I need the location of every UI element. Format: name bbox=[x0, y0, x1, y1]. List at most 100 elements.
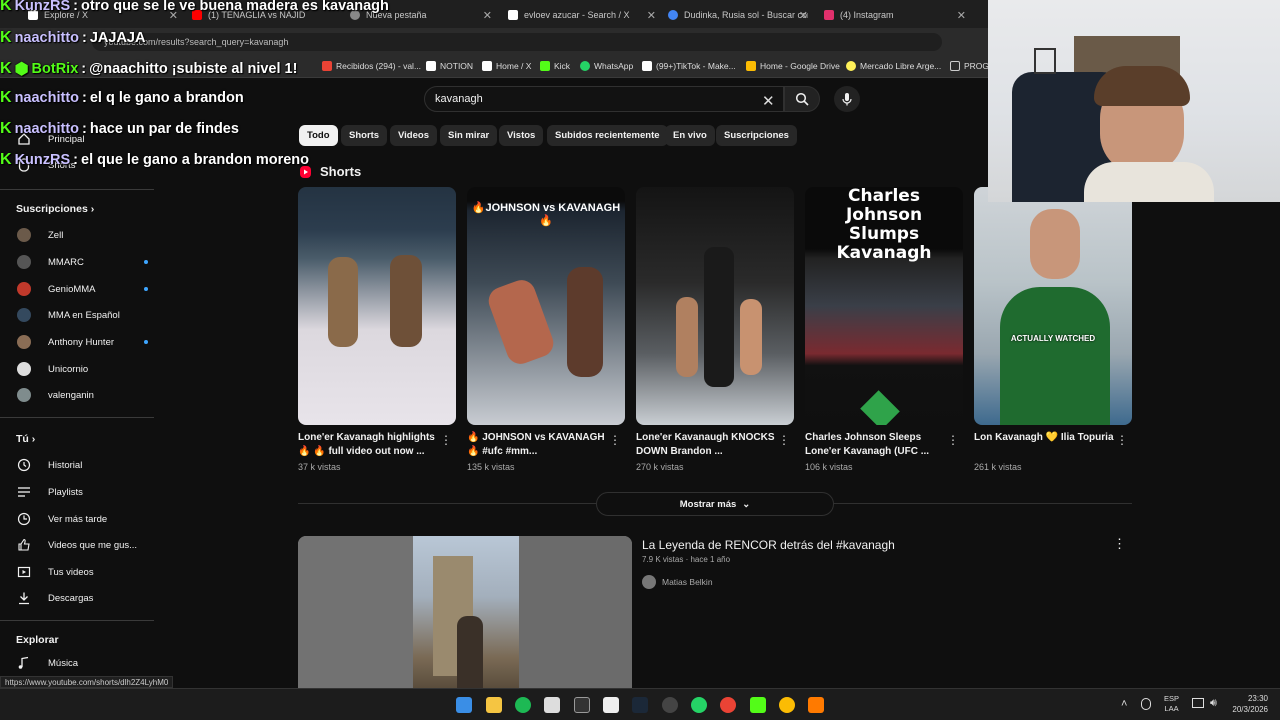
chip-en-vivo[interactable]: En vivo bbox=[665, 125, 715, 146]
more-options-icon[interactable]: ⋮ bbox=[609, 433, 621, 447]
sidebar-item-label: Videos que me gus... bbox=[48, 539, 138, 551]
video-title[interactable]: La Leyenda de RENCOR detrás del #kavanag… bbox=[642, 538, 895, 552]
chat-message: K KunzRS: el que le gano a brandon moreno bbox=[0, 151, 309, 168]
avatar bbox=[17, 308, 31, 322]
chip-subidos-recientemente[interactable]: Subidos recientemente bbox=[547, 125, 668, 146]
more-options-icon[interactable]: ⋮ bbox=[440, 433, 452, 447]
close-icon[interactable]: ✕ bbox=[799, 9, 808, 22]
short-thumbnail[interactable]: Charles Johnson Slumps Kavanagh bbox=[805, 187, 963, 425]
show-more-button[interactable]: Mostrar más ⌄ bbox=[596, 492, 834, 516]
bookmark-notion[interactable]: NOTION bbox=[426, 61, 473, 71]
settings-icon[interactable] bbox=[662, 697, 678, 713]
sidebar-item-label: Ver más tarde bbox=[48, 513, 108, 525]
subscriptions-heading[interactable]: Suscripciones › bbox=[16, 203, 94, 215]
short-card[interactable]: Charles Johnson Slumps Kavanagh Charles … bbox=[805, 187, 963, 472]
volume-icon[interactable]: 🔊︎ bbox=[1210, 697, 1217, 710]
chat-message: Knaachitto: JAJAJA bbox=[0, 29, 146, 46]
chip-suscripciones[interactable]: Suscripciones bbox=[716, 125, 797, 146]
bookmark-tiktok[interactable]: (99+)TikTok - Make... bbox=[642, 61, 736, 71]
short-card[interactable]: 🔥JOHNSON vs KAVANAGH🔥 🔥 JOHNSON vs KAVAN… bbox=[467, 187, 625, 472]
short-title[interactable]: Charles Johnson Sleeps Lone'er Kavanagh … bbox=[805, 431, 945, 459]
short-thumbnail[interactable] bbox=[298, 187, 456, 425]
short-views: 37 k vistas bbox=[298, 462, 341, 472]
video-channel[interactable]: Matias Belkin bbox=[642, 575, 713, 589]
bookmark-x[interactable]: Home / X bbox=[482, 61, 531, 71]
language-indicator[interactable]: ESP LAA bbox=[1164, 694, 1179, 714]
search-button[interactable] bbox=[784, 86, 820, 112]
channel-avatar-icon bbox=[16, 307, 32, 323]
windows-start-icon[interactable] bbox=[456, 697, 472, 713]
clear-search-button[interactable]: ✕ bbox=[762, 92, 775, 110]
store-icon[interactable] bbox=[544, 697, 560, 713]
steam-icon[interactable] bbox=[632, 697, 648, 713]
short-thumbnail[interactable]: ACTUALLY WATCHED bbox=[974, 187, 1132, 425]
clock[interactable]: 23:30 20/3/2026 bbox=[1228, 693, 1268, 715]
bookmark-mercadolibre[interactable]: Mercado Libre Arge... bbox=[846, 61, 941, 71]
chrome-icon[interactable] bbox=[779, 697, 795, 713]
chip-vistos[interactable]: Vistos bbox=[499, 125, 544, 146]
show-more-label: Mostrar más bbox=[679, 498, 737, 510]
tab-google[interactable]: Dudinka, Rusia sol - Buscar con ✕ bbox=[668, 4, 808, 26]
bookmark-drive[interactable]: Home - Google Drive bbox=[746, 61, 840, 71]
kick-icon[interactable] bbox=[750, 697, 766, 713]
chat-username: naachitto bbox=[14, 121, 80, 137]
video-thumbnail[interactable] bbox=[298, 536, 632, 688]
you-heading[interactable]: Tú › bbox=[16, 433, 35, 445]
bookmark-whatsapp[interactable]: WhatsApp bbox=[580, 61, 633, 71]
thumbs-up-icon bbox=[16, 537, 32, 553]
short-card[interactable]: ACTUALLY WATCHED Lon Kavanagh 💛 Ilia Top… bbox=[974, 187, 1132, 472]
chip-shorts[interactable]: Shorts bbox=[341, 125, 388, 146]
more-options-icon[interactable]: ⋮ bbox=[1113, 536, 1126, 552]
instagram-icon bbox=[824, 10, 834, 20]
short-title[interactable]: Lone'er Kavanaugh KNOCKS DOWN Brandon ..… bbox=[636, 431, 776, 459]
bookmark-kick[interactable]: Kick bbox=[540, 61, 570, 71]
short-title[interactable]: Lon Kavanagh 💛 Ilia Topuria bbox=[974, 431, 1114, 445]
fighter-figure bbox=[328, 257, 358, 347]
more-options-icon[interactable]: ⋮ bbox=[1116, 433, 1128, 447]
search-input[interactable]: kavanagh bbox=[424, 86, 784, 112]
short-title[interactable]: Lone'er Kavanagh highlights 🔥 🔥 full vid… bbox=[298, 431, 438, 459]
close-icon[interactable]: ✕ bbox=[483, 9, 492, 22]
monitor-icon[interactable] bbox=[1192, 698, 1204, 708]
more-options-icon[interactable]: ⋮ bbox=[778, 433, 790, 447]
sidebar-item-label: MMARC bbox=[48, 256, 84, 268]
chat-username: KunzRS bbox=[14, 0, 71, 14]
chevron-up-icon[interactable]: ˄ bbox=[1121, 698, 1127, 710]
thumbnail-blur-right bbox=[519, 536, 632, 688]
chat-text: el q le gano a brandon bbox=[89, 90, 244, 106]
short-thumbnail[interactable]: 🔥JOHNSON vs KAVANAGH🔥 bbox=[467, 187, 625, 425]
bookmark-label: NOTION bbox=[440, 61, 474, 71]
bookmark-label: WhatsApp bbox=[594, 61, 634, 71]
chevron-right-icon: › bbox=[31, 433, 36, 445]
chip-videos[interactable]: Videos bbox=[390, 125, 437, 146]
sidebar-item-label: Zell bbox=[48, 229, 64, 241]
tab-instagram[interactable]: (4) Instagram ✕ bbox=[824, 4, 966, 26]
close-icon[interactable]: ✕ bbox=[957, 9, 966, 22]
chat-text: @naachitto ¡subiste al nivel 1! bbox=[89, 61, 298, 77]
chevron-right-icon: › bbox=[90, 203, 95, 215]
close-icon[interactable]: ✕ bbox=[647, 9, 656, 22]
fighter-figure bbox=[484, 276, 558, 368]
bookmark-gmail[interactable]: Recibidos (294) - val... bbox=[322, 61, 421, 71]
tab-evloev[interactable]: evloev azucar - Search / X ✕ bbox=[508, 4, 656, 26]
mail-icon bbox=[322, 61, 332, 71]
address-input[interactable]: youtube.com/results?search_query=kavanag… bbox=[92, 33, 942, 51]
spotify-icon[interactable] bbox=[515, 697, 531, 713]
capcut-icon[interactable] bbox=[603, 697, 619, 713]
microphone-icon[interactable] bbox=[1141, 698, 1151, 710]
bookmark-folder[interactable]: PROG bbox=[950, 61, 989, 71]
voice-search-button[interactable] bbox=[834, 86, 860, 112]
app-icon[interactable] bbox=[574, 697, 590, 713]
channel-avatar-icon bbox=[16, 334, 32, 350]
app-icon[interactable] bbox=[808, 697, 824, 713]
more-options-icon[interactable]: ⋮ bbox=[947, 433, 959, 447]
short-title[interactable]: 🔥 JOHNSON vs KAVANAGH 🔥 #ufc #mm... bbox=[467, 431, 607, 459]
file-explorer-icon[interactable] bbox=[486, 697, 502, 713]
chip-todo[interactable]: Todo bbox=[299, 125, 338, 146]
chip-sin-mirar[interactable]: Sin mirar bbox=[440, 125, 498, 146]
short-card[interactable]: Lone'er Kavanaugh KNOCKS DOWN Brandon ..… bbox=[636, 187, 794, 472]
short-thumbnail[interactable] bbox=[636, 187, 794, 425]
whatsapp-icon[interactable] bbox=[691, 697, 707, 713]
short-card[interactable]: Lone'er Kavanagh highlights 🔥 🔥 full vid… bbox=[298, 187, 456, 472]
chrome-icon[interactable] bbox=[720, 697, 736, 713]
